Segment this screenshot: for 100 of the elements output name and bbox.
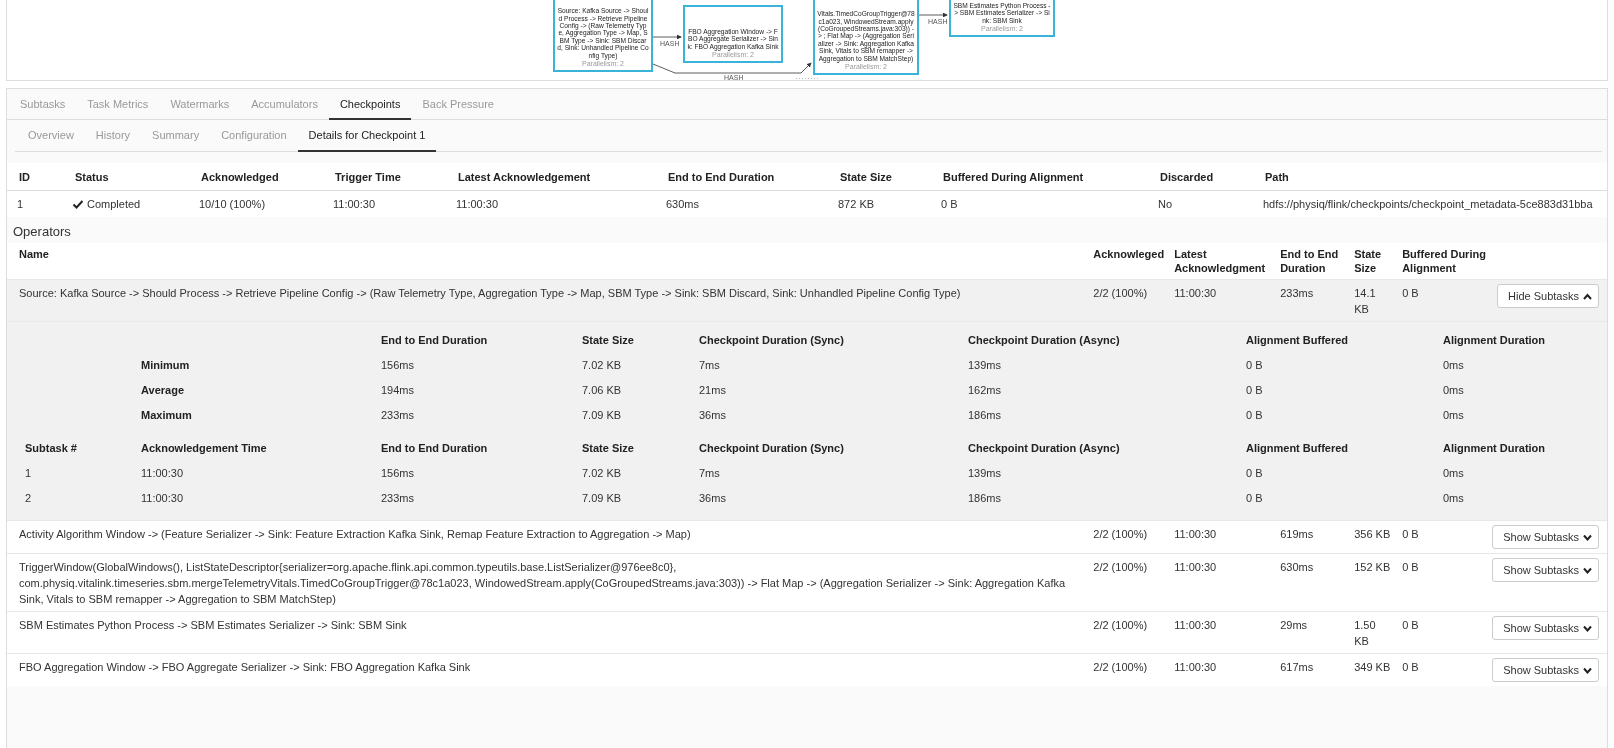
table-cell-text: 0ms bbox=[1442, 407, 1465, 423]
table-cell-text: 156ms bbox=[380, 357, 416, 373]
column-header: Alignment Duration bbox=[1442, 332, 1547, 348]
column-header: Checkpoint Duration (Sync) bbox=[698, 332, 845, 348]
column-header: Alignment Buffered bbox=[1245, 440, 1350, 456]
table-cell-text: 7.09 KB bbox=[581, 407, 623, 423]
table-cell-text: 7.02 KB bbox=[581, 465, 623, 481]
column-header: Checkpoint Duration (Async) bbox=[967, 440, 1121, 456]
table-cell: 11:00:30 bbox=[446, 190, 656, 217]
column-header: Alignment Duration bbox=[1442, 440, 1547, 456]
table-cell-text: 7.06 KB bbox=[581, 382, 623, 398]
column-header: Buffered During Alignment bbox=[931, 163, 1148, 191]
table-cell: 349 KB bbox=[1348, 653, 1397, 686]
toggle-subtasks-button[interactable]: Show Subtasks bbox=[1492, 558, 1599, 582]
table-cell: 0 B bbox=[931, 190, 1148, 217]
column-header: Buffered During Alignment bbox=[1396, 243, 1493, 280]
table-cell: 2/2 (100%) bbox=[1087, 279, 1169, 322]
table-cell: Source: Kafka Source -> Should Process -> Retrieve Pipeline Config -> (Raw Telemetry Type, Aggregation Type -> Map, SBM Type -> Sink: SBM Discard, Sink: Unhandled Pipeline Config Type) bbox=[7, 279, 1088, 322]
column-header: State Size bbox=[1348, 243, 1397, 280]
table-cell: 11:00:30 bbox=[1168, 553, 1275, 612]
column-header: End to End Duration bbox=[1274, 243, 1349, 280]
status-text: Completed bbox=[87, 198, 141, 210]
table-cell: 2/2 (100%) bbox=[1087, 520, 1169, 554]
table-cell: 14.1 KB bbox=[1348, 279, 1397, 322]
table-cell-text: 0 B bbox=[1245, 490, 1264, 506]
column-header: Acknowledgement Time bbox=[140, 440, 268, 456]
table-cell-text: 2 bbox=[24, 490, 33, 506]
column-header: Acknowleged bbox=[1087, 243, 1169, 280]
table-cell-text: 7.09 KB bbox=[581, 490, 623, 506]
table-cell-text: 0 B bbox=[1245, 465, 1264, 481]
table-cell: 630ms bbox=[656, 190, 828, 217]
table-cell-text: 0 B bbox=[1245, 357, 1264, 373]
column-header: Checkpoint Duration (Async) bbox=[967, 332, 1121, 348]
table-cell: 617ms bbox=[1274, 653, 1349, 686]
table-cell-text: 0 B bbox=[1245, 382, 1264, 398]
tab[interactable]: Details for Checkpoint 1 bbox=[297, 120, 437, 152]
table-cell: 2/2 (100%) bbox=[1087, 553, 1169, 612]
table-cell: 10/10 (100%) bbox=[189, 190, 323, 217]
table-cell-text: 162ms bbox=[967, 382, 1003, 398]
table-cell: 2/2 (100%) bbox=[1087, 611, 1169, 654]
caret-down-icon bbox=[1583, 624, 1592, 632]
column-header: Path bbox=[1253, 163, 1607, 191]
table-cell: TriggerWindow(GlobalWindows(), ListStateDescriptor{serializer=org.apache.flink.api.common.typeutils.base.ListSerializer@976ee8c0}, com.physiq.vitalink.timeseries.sbm.mergeTelemetryVitals.TimedCoGroupTrigger@78c1a023, WindowedStream.apply(CoGroupedStreams.java:303)) -> Flat Map -> (Aggregation Serializer -> Sink: Aggregation Kafka Sink, Vitals to SBM remapper -> Aggregation to SBM MatchStep) bbox=[7, 553, 1088, 612]
table-cell: 152 KB bbox=[1348, 553, 1397, 612]
table-cell: Activity Algorithm Window -> (Feature Serializer -> Sink: Feature Extraction Kafka Sink, Remap Feature Extraction to Aggregation -> Map) bbox=[7, 520, 1088, 554]
table-cell-text: 186ms bbox=[967, 407, 1003, 423]
column-header: Discarded bbox=[1148, 163, 1253, 191]
table-cell: hdfs://physiq/flink/checkpoints/checkpoint_metadata-5ce883d31bba bbox=[1253, 190, 1607, 217]
table-cell-text: 233ms bbox=[380, 490, 416, 506]
column-header: Subtask # bbox=[24, 440, 78, 456]
column-header: Name bbox=[7, 243, 1088, 280]
table-cell: No bbox=[1148, 190, 1253, 217]
table-cell-text: 194ms bbox=[380, 382, 416, 398]
row-header: Maximum bbox=[140, 407, 193, 423]
table-cell: 29ms bbox=[1274, 611, 1349, 654]
table-cell: 11:00:30 bbox=[1168, 520, 1275, 554]
column-header: ID bbox=[7, 163, 63, 191]
table-cell-text: 7.02 KB bbox=[581, 357, 623, 373]
table-cell-text: 7ms bbox=[698, 357, 721, 373]
table-cell-text: 0ms bbox=[1442, 357, 1465, 373]
table-cell: 11:00:30 bbox=[1168, 279, 1275, 322]
table-cell-text: 11:00:30 bbox=[140, 465, 184, 481]
operator-node[interactable] bbox=[813, 0, 919, 75]
column-header: State Size bbox=[828, 163, 931, 191]
caret-down-icon bbox=[1583, 533, 1592, 541]
table-cell-text: 139ms bbox=[967, 357, 1003, 373]
column-header: Acknowledged bbox=[189, 163, 323, 191]
table-cell-text: 11:00:30 bbox=[140, 490, 184, 506]
table-cell-text: 0ms bbox=[1442, 490, 1465, 506]
table-cell: SBM Estimates Python Process -> SBM Estimates Serializer -> Sink: SBM Sink bbox=[7, 611, 1088, 654]
toggle-subtasks-button[interactable]: Show Subtasks bbox=[1492, 658, 1599, 682]
column-header: End to End Duration bbox=[380, 332, 489, 348]
column-header: Trigger Time bbox=[323, 163, 446, 191]
caret-up-icon bbox=[1583, 292, 1592, 300]
table-cell: 1 bbox=[7, 190, 63, 217]
table-cell: FBO Aggregation Window -> FBO Aggregate Serializer -> Sink: FBO Aggregation Kafka Sink bbox=[7, 653, 1088, 686]
toggle-subtasks-button[interactable]: Hide Subtasks bbox=[1497, 284, 1599, 308]
column-header: Checkpoint Duration (Sync) bbox=[698, 440, 845, 456]
toggle-subtasks-button[interactable]: Show Subtasks bbox=[1492, 616, 1599, 640]
tab[interactable]: Checkpoints bbox=[328, 89, 412, 120]
table-cell-text: 36ms bbox=[698, 407, 727, 423]
table-cell: 11:00:30 bbox=[323, 190, 446, 217]
table-cell: 356 KB bbox=[1348, 520, 1397, 554]
column-header: End to End Duration bbox=[656, 163, 828, 191]
column-header: Latest Acknowledgment bbox=[1168, 243, 1275, 280]
column-header: Alignment Buffered bbox=[1245, 332, 1350, 348]
toggle-subtasks-button[interactable]: Show Subtasks bbox=[1492, 525, 1599, 549]
table-cell: 1.50 KB bbox=[1348, 611, 1397, 654]
table-cell-text: 186ms bbox=[967, 490, 1003, 506]
table-cell-text: 36ms bbox=[698, 490, 727, 506]
table-cell-text: 0ms bbox=[1442, 382, 1465, 398]
table-cell: 0 B bbox=[1396, 279, 1493, 322]
table-cell-text: 156ms bbox=[380, 465, 416, 481]
table-cell-text: 0 B bbox=[1245, 407, 1264, 423]
column-header: Latest Acknowledgement bbox=[446, 163, 656, 191]
table-cell-text: 233ms bbox=[380, 407, 416, 423]
table-cell: 872 KB bbox=[828, 190, 931, 217]
row-header: Minimum bbox=[140, 357, 191, 373]
row-header: Average bbox=[140, 382, 185, 398]
resize-grip[interactable] bbox=[795, 77, 819, 80]
